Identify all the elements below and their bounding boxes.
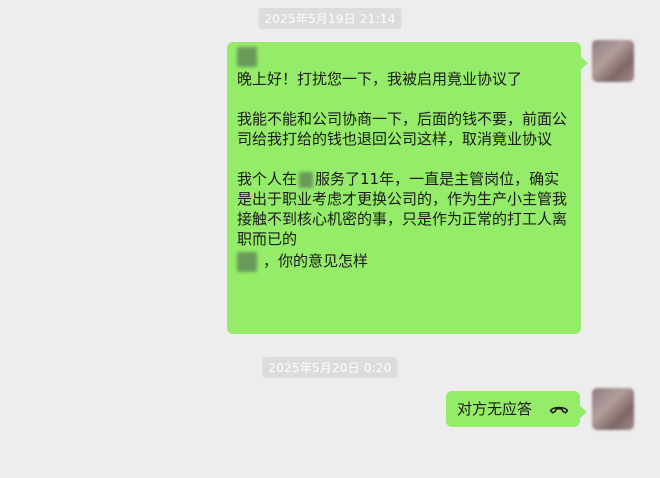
redacted-name-block: [237, 47, 257, 67]
message-greeting: 晚上好！打扰您一下，我被启用竟业协议了: [237, 70, 523, 88]
message-paragraph-4: ，你的意见怎样: [237, 251, 573, 272]
call-status-bubble[interactable]: 对方无应答: [446, 391, 587, 427]
message-paragraph-2: 我能不能和公司协商一下，后面的钱不要，前面公司给我打给的钱也退回公司这样，取消竟…: [237, 110, 568, 148]
redacted-company-block: [299, 171, 314, 188]
message-bubble-1[interactable]: 晚上好！打扰您一下，我被启用竟业协议了 我能不能和公司协商一下，后面的钱不要，前…: [227, 42, 588, 334]
message-paragraph-3: 我个人在 服务了11年，一直是主管岗位，确实是出于职业考虑才更换公司的，作为生产小…: [237, 169, 573, 249]
message-paragraph-3-start: 我个人在: [237, 170, 298, 188]
user-avatar-2[interactable]: [592, 388, 634, 430]
phone-hangup-icon: [549, 400, 569, 423]
message-paragraph-4-text: ，你的意见怎样: [263, 252, 369, 270]
call-status-text: 对方无应答: [457, 400, 533, 418]
timestamp-1: 2025年5月19日 21:14: [258, 8, 402, 29]
redacted-name-block-2: [237, 251, 257, 272]
timestamp-2: 2025年5月20日 0:20: [262, 357, 398, 378]
user-avatar[interactable]: [592, 40, 634, 82]
